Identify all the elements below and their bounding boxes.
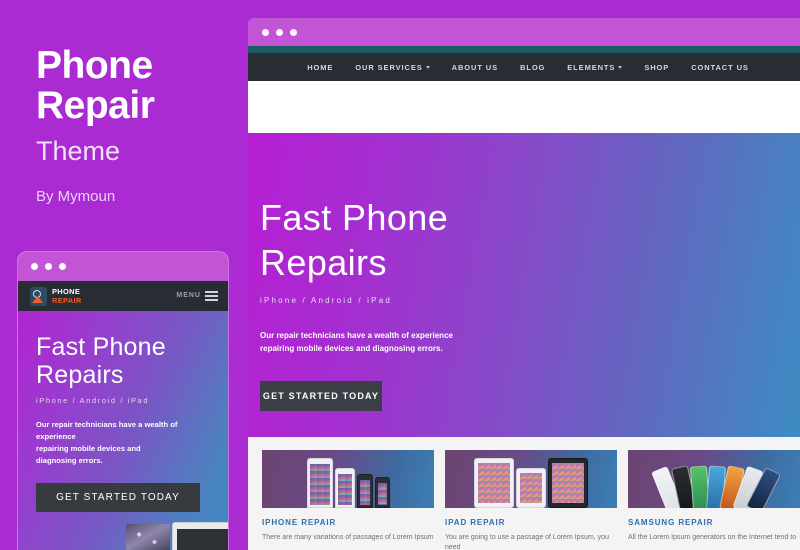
mobile-hero-desc-line1: Our repair technicians have a wealth of — [36, 420, 178, 429]
mobile-hero-heading-line1: Fast Phone — [36, 333, 166, 361]
service-card-title: SAMSUNG REPAIR — [628, 518, 714, 527]
promo-title-line1: Phone — [36, 44, 153, 87]
window-dot-icon[interactable] — [59, 263, 66, 270]
logo-line2: REPAIR — [52, 295, 82, 305]
nav-item-label: ABOUT US — [451, 62, 499, 72]
desktop-hero-desc-line2: repairing mobile devices and diagnosing … — [260, 344, 443, 353]
mobile-menu-button[interactable]: MENU — [176, 290, 218, 302]
mobile-hero-desc-line4: diagnosing errors. — [36, 456, 103, 465]
mobile-hero-tagline: iPhone / Android / iPad — [36, 396, 150, 405]
mobile-hero-desc-line2: experience — [36, 432, 76, 441]
desktop-titlebar — [248, 18, 800, 46]
window-dot-icon[interactable] — [276, 28, 283, 36]
desktop-hero: Fast Phone Repairs iPhone / Android / iP… — [248, 133, 800, 437]
window-dot-icon[interactable] — [262, 28, 269, 36]
service-card-text: You are going to use a passage of Lorem … — [445, 534, 609, 550]
mobile-window-dots — [31, 263, 66, 270]
nav-item-label: CONTACT US — [691, 62, 749, 72]
desktop-hero-description: Our repair technicians have a wealth of … — [260, 329, 800, 355]
hamburger-icon[interactable] — [205, 290, 218, 302]
mobile-titlebar — [18, 252, 228, 281]
service-card-text: All the Lorem Ipsum generators on the In… — [628, 534, 797, 541]
desktop-hero-heading-line2: Repairs — [260, 242, 387, 283]
nav-item-label: BLOG — [520, 62, 546, 72]
service-card-image — [628, 450, 800, 508]
promo-title: Phone Repair — [36, 46, 248, 126]
desktop-hero-tagline: iPhone / Android / iPad — [260, 296, 392, 305]
mobile-device-photo — [126, 520, 228, 550]
desktop-header-spacer — [248, 81, 800, 133]
service-card-image — [262, 450, 434, 508]
chevron-down-icon — [618, 65, 623, 69]
site-logo[interactable]: PHONE REPAIR — [30, 286, 82, 306]
mobile-mockup: PHONE REPAIR MENU Fast Phone Repairs iPh… — [18, 252, 228, 550]
services-card-row: IPHONE REPAIR There are many variations … — [248, 437, 800, 550]
desktop-window-dots — [262, 28, 297, 36]
ipad-devices-icon — [445, 456, 617, 508]
promo-author: By Mymoun — [36, 188, 116, 205]
tablet-photo-icon — [126, 524, 170, 550]
mobile-navbar: PHONE REPAIR MENU — [18, 281, 228, 311]
mobile-menu-label: MENU — [176, 292, 201, 300]
desktop-hero-desc-line1: Our repair technicians have a wealth of … — [260, 331, 453, 340]
teal-accent-bar — [248, 46, 800, 53]
desktop-hero-heading: Fast Phone Repairs — [260, 195, 800, 285]
mobile-hero-desc-line3: repairing mobile devices and — [36, 444, 141, 453]
desktop-mockup: HOME OUR SERVICES ABOUT US BLOG ELEMENTS… — [248, 18, 800, 550]
nav-item-label: SHOP — [644, 62, 670, 72]
chevron-down-icon — [425, 65, 430, 69]
window-dot-icon[interactable] — [45, 263, 52, 270]
service-card-samsung[interactable]: SAMSUNG REPAIR All the Lorem Ipsum gener… — [628, 450, 800, 550]
nav-item-elements[interactable]: ELEMENTS — [567, 62, 623, 72]
desktop-get-started-button[interactable]: GET STARTED TODAY — [260, 381, 382, 411]
logo-text: PHONE REPAIR — [52, 286, 82, 305]
mobile-get-started-button[interactable]: GET STARTED TODAY — [36, 483, 200, 512]
laptop-photo-icon — [172, 522, 228, 550]
nav-item-label: ELEMENTS — [567, 62, 616, 72]
mobile-hero-description: Our repair technicians have a wealth of … — [36, 419, 210, 467]
service-card-iphone[interactable]: IPHONE REPAIR There are many variations … — [262, 450, 434, 550]
nav-item-our-services[interactable]: OUR SERVICES — [355, 62, 430, 72]
mobile-hero: Fast Phone Repairs iPhone / Android / iP… — [18, 311, 228, 512]
mobile-hero-heading: Fast Phone Repairs — [36, 333, 210, 389]
samsung-devices-icon — [628, 456, 800, 508]
iphone-devices-icon — [262, 456, 434, 508]
nav-item-label: OUR SERVICES — [355, 62, 423, 72]
window-dot-icon[interactable] — [31, 263, 38, 270]
mobile-hero-heading-line2: Repairs — [36, 361, 124, 389]
desktop-hero-heading-line1: Fast Phone — [260, 197, 449, 238]
phone-gear-logo-icon — [30, 286, 47, 306]
mobile-screen: PHONE REPAIR MENU Fast Phone Repairs iPh… — [18, 281, 228, 550]
logo-line1: PHONE — [52, 286, 81, 296]
desktop-navbar: HOME OUR SERVICES ABOUT US BLOG ELEMENTS… — [248, 53, 800, 81]
nav-item-home[interactable]: HOME — [307, 63, 333, 72]
nav-item-label: HOME — [307, 62, 334, 72]
service-card-image — [445, 450, 617, 508]
nav-item-blog[interactable]: BLOG — [520, 63, 545, 72]
service-card-ipad[interactable]: IPAD REPAIR You are going to use a passa… — [445, 450, 617, 550]
service-card-title: IPAD REPAIR — [445, 518, 506, 527]
nav-item-contact-us[interactable]: CONTACT US — [691, 63, 749, 72]
promo-title-line2: Repair — [36, 84, 155, 127]
nav-item-about-us[interactable]: ABOUT US — [452, 63, 498, 72]
promo-subtitle: Theme — [36, 136, 121, 166]
service-card-title: IPHONE REPAIR — [262, 518, 337, 527]
nav-item-shop[interactable]: SHOP — [644, 63, 669, 72]
window-dot-icon[interactable] — [290, 28, 297, 36]
service-card-text: There are many variations of passages of… — [262, 534, 434, 541]
